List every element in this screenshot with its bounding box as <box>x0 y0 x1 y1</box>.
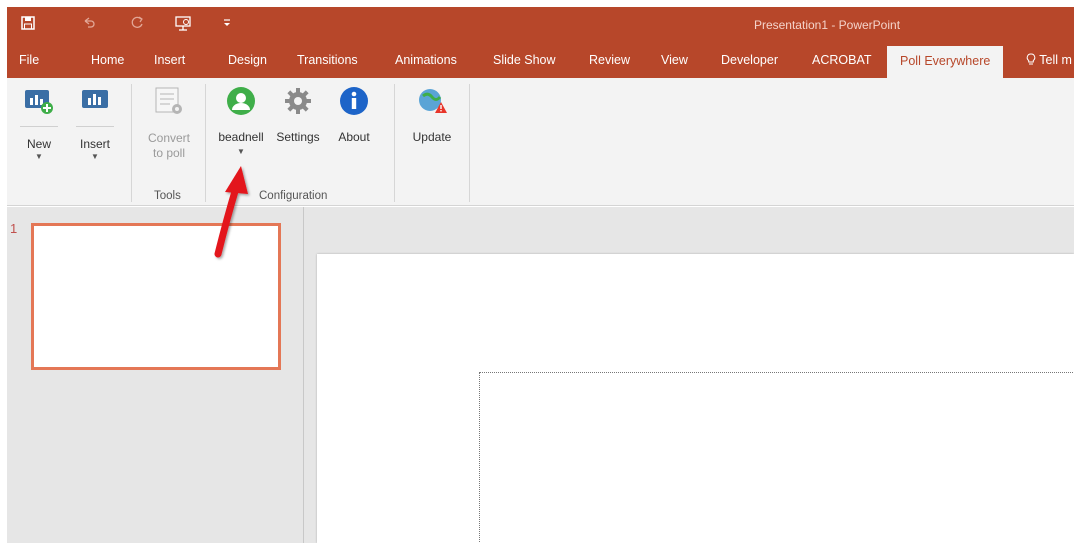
account-button[interactable]: beadnell ▼ <box>213 86 269 157</box>
settings-label: Settings <box>276 130 320 144</box>
configuration-group-label: Configuration <box>259 190 328 202</box>
convert-label-line2: to poll <box>152 146 186 160</box>
user-account-icon <box>226 87 256 119</box>
group-separator <box>394 84 395 202</box>
convert-to-poll-button[interactable]: Convert to poll <box>143 84 195 161</box>
account-label: beadnell <box>218 130 264 144</box>
update-button[interactable]: Update <box>405 86 459 145</box>
tab-insert[interactable]: Insert <box>154 42 185 78</box>
group-separator <box>469 84 470 202</box>
chevron-down-icon: ▼ <box>91 152 99 161</box>
tab-slide-show[interactable]: Slide Show <box>493 42 556 78</box>
insert-label: Insert <box>79 137 110 151</box>
tab-animations[interactable]: Animations <box>395 42 457 78</box>
ribbon: New ▼ Insert ▼ Convert to poll Tools bea… <box>7 78 1074 206</box>
slide-number: 1 <box>10 221 18 236</box>
insert-poll-button[interactable]: Insert ▼ <box>76 84 114 162</box>
update-label: Update <box>412 130 452 144</box>
chevron-down-icon: ▼ <box>35 152 43 161</box>
chevron-down-icon: ▼ <box>237 147 245 156</box>
about-button[interactable]: About <box>329 86 379 145</box>
title-bar: Presentation1 - PowerPoint <box>7 7 1074 42</box>
tell-me-search[interactable]: Tell m <box>1026 42 1072 78</box>
lightbulb-icon <box>1026 53 1036 65</box>
present-from-start-icon[interactable] <box>175 16 193 37</box>
undo-icon[interactable] <box>82 16 96 35</box>
tab-file[interactable]: File <box>19 42 39 78</box>
window-title: Presentation1 - PowerPoint <box>753 18 901 32</box>
new-poll-icon <box>23 90 55 119</box>
tab-review[interactable]: Review <box>589 42 630 78</box>
slide-editor <box>304 207 1074 543</box>
tab-developer[interactable]: Developer <box>721 42 778 78</box>
update-icon <box>416 89 448 119</box>
tab-transitions[interactable]: Transitions <box>297 42 358 78</box>
save-icon[interactable] <box>21 16 35 35</box>
tab-poll-everywhere[interactable]: Poll Everywhere <box>887 46 1004 78</box>
new-label: New <box>26 137 51 151</box>
content-placeholder[interactable] <box>479 372 1074 543</box>
annotation-arrow <box>214 166 248 258</box>
tab-design[interactable]: Design <box>228 42 267 78</box>
customize-toolbar-icon[interactable] <box>223 16 231 34</box>
slide-canvas[interactable] <box>317 254 1074 543</box>
group-separator <box>131 84 132 202</box>
convert-label-line1: Convert <box>147 131 191 145</box>
redo-icon[interactable] <box>131 16 145 35</box>
tab-home[interactable]: Home <box>91 42 124 78</box>
about-label: About <box>338 130 370 144</box>
convert-to-poll-icon <box>152 87 186 121</box>
settings-button[interactable]: Settings <box>271 86 325 145</box>
tools-group-label: Tools <box>154 190 181 202</box>
info-icon <box>339 87 369 119</box>
ribbon-tabs: File Home Insert Design Transitions Anim… <box>7 42 1074 78</box>
tab-view[interactable]: View <box>661 42 688 78</box>
new-poll-button[interactable]: New ▼ <box>20 84 58 162</box>
tell-me-label: Tell m <box>1039 53 1072 67</box>
insert-poll-icon <box>79 90 111 119</box>
gear-icon <box>283 88 313 119</box>
tab-acrobat[interactable]: ACROBAT <box>812 42 872 78</box>
